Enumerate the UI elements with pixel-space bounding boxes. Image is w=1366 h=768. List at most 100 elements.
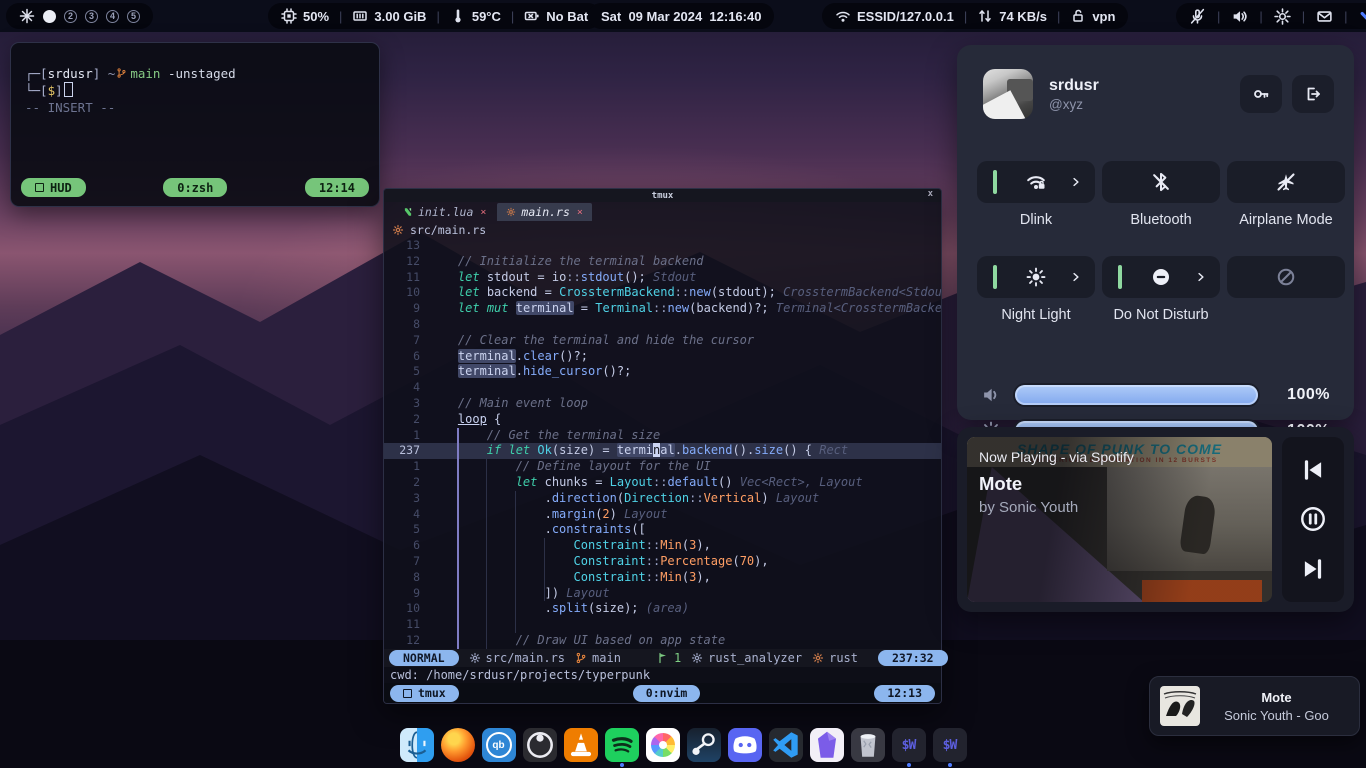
- logout-icon: [1305, 86, 1321, 102]
- line-number: 3: [384, 491, 429, 507]
- code-line: 11: [384, 617, 941, 633]
- workspaces-pill: 2345: [6, 3, 153, 29]
- tab-init.lua[interactable]: init.lua×: [394, 203, 495, 221]
- chevron-right-icon[interactable]: [1195, 271, 1207, 283]
- gear-icon: [691, 652, 703, 664]
- toggle-label: Dlink: [1020, 203, 1052, 256]
- album-art[interactable]: SHAPE OF PUNK TO COME A CHIMERICAL BOMBI…: [967, 437, 1272, 602]
- line-number: 11: [384, 617, 429, 633]
- tab-main.rs[interactable]: main.rs×: [497, 203, 592, 221]
- code-text: // Draw UI based on app state: [429, 633, 725, 649]
- workspace-4[interactable]: 4: [106, 10, 119, 23]
- logout-button[interactable]: [1292, 75, 1334, 113]
- tmux-session-pill[interactable]: tmux: [390, 685, 459, 702]
- editor-window[interactable]: tmux x init.lua×main.rs× src/main.rs 1 3 1…: [383, 188, 942, 704]
- active-indicator: [1118, 265, 1122, 289]
- chevron-right-icon[interactable]: [1070, 271, 1082, 283]
- key-icon: [1253, 86, 1269, 102]
- user-name: srdusr: [1049, 77, 1230, 95]
- tab-close-icon[interactable]: ×: [577, 207, 583, 218]
- tmux-clock-pill: 12:13: [874, 685, 935, 702]
- mail-icon[interactable]: [1316, 8, 1333, 25]
- toggle-night-light[interactable]: [977, 256, 1095, 298]
- track-artist: by Sonic Youth: [979, 499, 1078, 516]
- chevron-down-icon[interactable]: [1359, 8, 1366, 25]
- active-indicator: [993, 265, 997, 289]
- cpu-stat: 50%: [281, 8, 329, 24]
- control-center: srdusr @xyz DlinkBluetoothAirplane ModeN…: [957, 45, 1354, 420]
- dock-item-vscode[interactable]: [769, 728, 803, 767]
- cpu-icon: [281, 8, 297, 24]
- wifi-stat[interactable]: ESSID/127.0.0.1: [835, 8, 954, 24]
- previous-button[interactable]: [1300, 457, 1326, 483]
- spotify-icon: [605, 728, 639, 762]
- next-button[interactable]: [1300, 556, 1326, 582]
- dock-item-sw-app-2[interactable]: $W: [933, 728, 967, 767]
- line-number: 1: [384, 459, 429, 475]
- toggle-do-not-disturb[interactable]: [1102, 256, 1220, 298]
- dock-item-steam[interactable]: [687, 728, 721, 767]
- line-number: 10: [384, 285, 429, 301]
- pause-button[interactable]: [1300, 506, 1326, 532]
- running-indicator: [743, 763, 747, 767]
- mic-muted-icon[interactable]: [1189, 8, 1206, 25]
- code-text: Constraint::Min(3),: [429, 570, 711, 586]
- volume-icon[interactable]: [1231, 8, 1248, 25]
- code-line: 1 // Define layout for the UI: [384, 459, 941, 475]
- dock-item-file-manager[interactable]: [400, 728, 434, 767]
- line-number: 9: [384, 301, 429, 317]
- dock-item-qbittorrent[interactable]: qb: [482, 728, 516, 767]
- dock: qb $W$W: [0, 728, 1366, 767]
- close-button[interactable]: x: [928, 189, 933, 199]
- rust-file-icon: [469, 652, 481, 664]
- dock-item-obs-studio[interactable]: [523, 728, 557, 767]
- chevron-right-icon[interactable]: [1070, 176, 1082, 188]
- dock-item-spotify[interactable]: [605, 728, 639, 767]
- buffer-tabs: init.lua×main.rs×: [384, 202, 941, 221]
- tab-close-icon[interactable]: ×: [480, 207, 486, 218]
- notification-popup[interactable]: Mote Sonic Youth - Goo: [1149, 676, 1360, 736]
- battery-stat: No Bat: [524, 8, 588, 24]
- dock-item-photos[interactable]: [646, 728, 680, 767]
- terminal-window[interactable]: ┌─[srdusr] ~main -unstaged └─[$] -- INSE…: [10, 42, 380, 207]
- statusline: NORMAL src/main.rs main 1 rust_analyzer …: [384, 649, 941, 667]
- now-playing-caption: Now Playing - via Spotify: [979, 449, 1134, 465]
- file-manager-icon: [400, 728, 434, 762]
- line-number: 7: [384, 333, 429, 349]
- toggle-dlink[interactable]: [977, 161, 1095, 203]
- dnd-icon: [1151, 267, 1171, 287]
- workspace-2[interactable]: 2: [64, 10, 77, 23]
- hud-pill[interactable]: HUD: [21, 178, 86, 197]
- code-area[interactable]: 1312 // Initialize the terminal backend1…: [384, 238, 941, 649]
- tmux-window-pill[interactable]: 0:nvim: [633, 685, 701, 702]
- dock-item-sw-app-1[interactable]: $W: [892, 728, 926, 767]
- workspace-1[interactable]: [43, 10, 56, 23]
- workspace-switcher: 2345: [43, 10, 140, 23]
- zsh-session-pill[interactable]: 0:zsh: [163, 178, 227, 197]
- toggle-bluetooth[interactable]: [1102, 161, 1220, 203]
- dock-item-obsidian[interactable]: [810, 728, 844, 767]
- launcher-star-icon[interactable]: [19, 8, 35, 24]
- settings-icon[interactable]: [1274, 8, 1291, 25]
- dock-item-firefox[interactable]: [441, 728, 475, 767]
- lock-keys-button[interactable]: [1240, 75, 1282, 113]
- workspace-3[interactable]: 3: [85, 10, 98, 23]
- vpn-stat[interactable]: vpn: [1070, 8, 1115, 24]
- statusline-file[interactable]: src/main.rs: [469, 651, 565, 665]
- avatar[interactable]: [983, 69, 1033, 119]
- dock-item-discord[interactable]: [728, 728, 762, 767]
- dock-item-vlc[interactable]: [564, 728, 598, 767]
- volume-slider[interactable]: [1015, 385, 1258, 405]
- toggle-airplane-mode[interactable]: [1227, 161, 1345, 203]
- statusline-filetype: rust: [812, 651, 858, 665]
- workspace-5[interactable]: 5: [127, 10, 140, 23]
- statusline-branch[interactable]: main: [575, 651, 621, 665]
- obsidian-icon: [810, 728, 844, 762]
- running-indicator: [661, 763, 665, 767]
- user-header: srdusr @xyz: [983, 69, 1334, 119]
- window-title: tmux: [652, 191, 674, 201]
- clock[interactable]: Sat 09 Mar 2024 12:16:40: [588, 3, 774, 29]
- window-titlebar: tmux x: [384, 189, 941, 202]
- toggle-label: Airplane Mode: [1239, 203, 1333, 256]
- dock-item-trash[interactable]: [851, 728, 885, 767]
